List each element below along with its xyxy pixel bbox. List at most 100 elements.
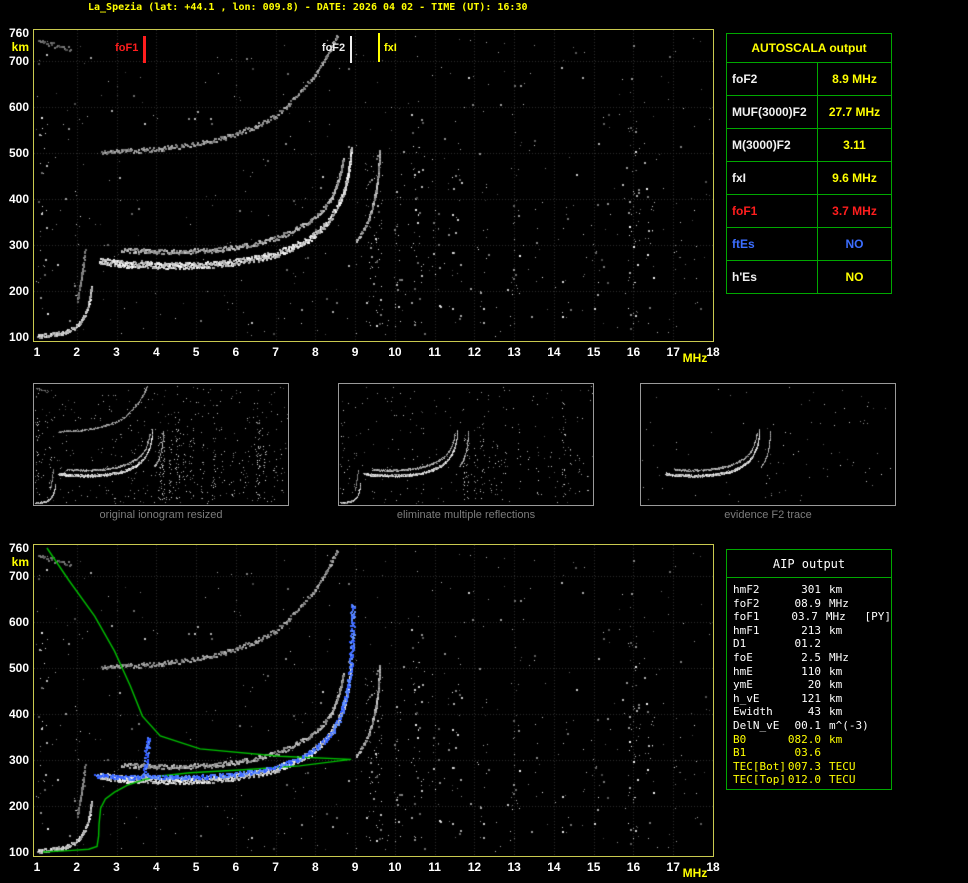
x-tick-label: 7 — [265, 345, 287, 359]
x-axis-unit: MHz — [680, 866, 710, 880]
ionogram-canvas — [34, 30, 713, 341]
param-unit: m^(-3) — [829, 719, 869, 733]
aip-row: TEC[Bot]007.3TECU — [733, 760, 891, 774]
x-tick-label: 4 — [145, 860, 167, 874]
autoscala-output-panel: AUTOSCALA output foF28.9 MHzMUF(3000)F22… — [726, 33, 892, 294]
x-tick-label: 1 — [26, 860, 48, 874]
aip-row: foE2.5MHz — [733, 651, 891, 665]
x-tick-label: 14 — [543, 345, 565, 359]
y-tick-label: 100 — [2, 845, 29, 859]
aip-row: foF208.9MHz — [733, 597, 891, 611]
param-unit: TECU — [829, 773, 869, 787]
y-tick-label: 700 — [2, 569, 29, 583]
param-unit: km — [829, 583, 869, 597]
y-tick-label: 500 — [2, 146, 29, 160]
x-tick-label: 9 — [344, 860, 366, 874]
y-tick-label: 600 — [2, 100, 29, 114]
aip-row: h_vE121km — [733, 692, 891, 706]
x-tick-label: 5 — [185, 345, 207, 359]
param-value: 3.7 MHz — [818, 195, 892, 228]
x-tick-label: 16 — [622, 860, 644, 874]
param-unit: km — [829, 665, 869, 679]
autoscala-output-table: foF28.9 MHzMUF(3000)F227.7 MHzM(3000)F23… — [726, 62, 892, 294]
param-value: NO — [818, 228, 892, 261]
y-axis-unit: km — [2, 555, 29, 569]
autoscala-output-title: AUTOSCALA output — [726, 33, 892, 63]
y-tick-label: 300 — [2, 753, 29, 767]
x-tick-label: 5 — [185, 860, 207, 874]
aip-row: hmE110km — [733, 665, 891, 679]
autoscala-window: La_Spezia (lat: +44.1 , lon: 009.8) - DA… — [0, 0, 968, 883]
aip-row: Ewidth43 km — [733, 705, 891, 719]
x-tick-label: 1 — [26, 345, 48, 359]
x-tick-label: 12 — [463, 345, 485, 359]
param-value: NO — [818, 261, 892, 294]
param-value: 03.7 — [785, 610, 818, 624]
aip-row: foF103.7MHz[PY] — [733, 610, 891, 624]
param-label: B0 — [733, 733, 787, 747]
param-label: Ewidth — [733, 705, 787, 719]
x-tick-label: 6 — [225, 860, 247, 874]
x-tick-label: 11 — [424, 345, 446, 359]
x-tick-label: 16 — [622, 345, 644, 359]
x-tick-label: 8 — [304, 860, 326, 874]
aip-output-title: AIP output — [727, 550, 891, 578]
param-unit: TECU — [829, 760, 869, 774]
param-label: ftEs — [727, 228, 818, 261]
param-label: h_vE — [733, 692, 787, 706]
param-value: 012.0 — [787, 773, 821, 787]
thumbnail-f2trace-canvas — [641, 384, 895, 505]
param-value: 301 — [787, 583, 821, 597]
thumbnail-caption-original: original ionogram resized — [33, 509, 289, 521]
param-value: 2.5 — [787, 651, 821, 665]
autoscala-row: ftEsNO — [727, 228, 892, 261]
param-label: TEC[Bot] — [733, 760, 787, 774]
param-label: fxI — [727, 162, 818, 195]
param-label: B1 — [733, 746, 787, 760]
param-unit: km — [829, 705, 869, 719]
param-label: TEC[Top] — [733, 773, 787, 787]
param-value: 43 — [787, 705, 821, 719]
autoscala-row: h'EsNO — [727, 261, 892, 294]
y-tick-label: 500 — [2, 661, 29, 675]
thumbnail-caption-cleaned: eliminate multiple reflections — [338, 509, 594, 521]
y-tick-label: 400 — [2, 192, 29, 206]
param-label: hmE — [733, 665, 787, 679]
autoscala-row: foF13.7 MHz — [727, 195, 892, 228]
param-value: 8.9 MHz — [818, 63, 892, 96]
x-tick-label: 3 — [106, 345, 128, 359]
param-label: foF1 — [733, 610, 785, 624]
foF1-marker-label: foF1 — [100, 42, 138, 54]
x-tick-label: 12 — [463, 860, 485, 874]
station-header: La_Spezia (lat: +44.1 , lon: 009.8) - DA… — [88, 2, 528, 13]
y-tick-label: 600 — [2, 615, 29, 629]
param-value: 00.1 — [787, 719, 821, 733]
param-unit: km — [829, 678, 869, 692]
x-tick-label: 15 — [583, 345, 605, 359]
autoscala-row: foF28.9 MHz — [727, 63, 892, 96]
param-flag: [PY] — [864, 610, 891, 624]
param-label: MUF(3000)F2 — [727, 96, 818, 129]
profile-plot — [33, 544, 714, 857]
x-tick-label: 11 — [424, 860, 446, 874]
param-value: 3.11 — [818, 129, 892, 162]
param-label: foF1 — [727, 195, 818, 228]
aip-row: hmF2301km — [733, 583, 891, 597]
aip-row: B103.6 — [733, 746, 891, 760]
param-unit — [829, 637, 869, 651]
param-label: foF2 — [733, 597, 787, 611]
x-tick-label: 10 — [384, 345, 406, 359]
aip-row: ymE20km — [733, 678, 891, 692]
param-unit: km — [829, 624, 869, 638]
param-label: DelN_vE — [733, 719, 787, 733]
y-tick-label: 100 — [2, 330, 29, 344]
autoscala-row: M(3000)F23.11 — [727, 129, 892, 162]
fxI-marker-label: fxI — [384, 42, 422, 54]
param-unit: MHz — [829, 651, 869, 665]
autoscala-row: fxI9.6 MHz — [727, 162, 892, 195]
param-unit: km — [829, 692, 869, 706]
x-tick-label: 8 — [304, 345, 326, 359]
param-value: 08.9 — [787, 597, 821, 611]
thumbnail-original-canvas — [34, 384, 288, 505]
param-unit: km — [829, 733, 869, 747]
